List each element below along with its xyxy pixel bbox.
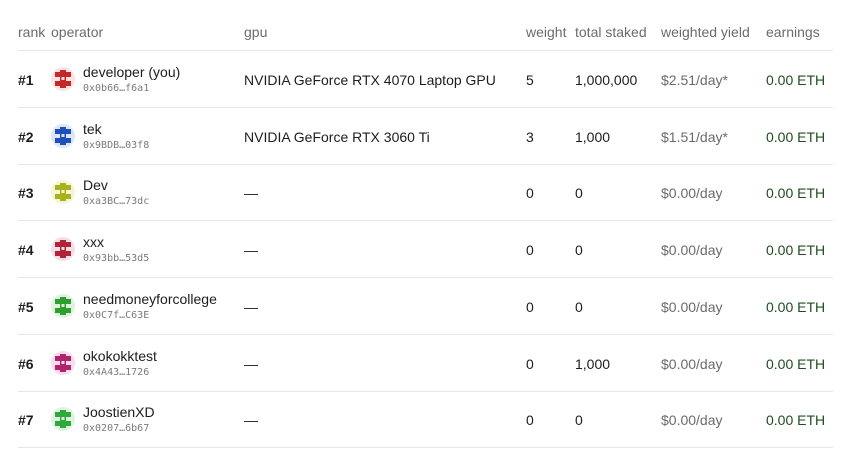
weight-cell: 0 [526,242,534,259]
operator-address[interactable]: 0x93bb…53d5 [83,253,149,264]
weighted-yield-cell: $0.00/day [661,242,723,259]
weight-cell: 0 [526,412,534,429]
rank-cell: #6 [18,355,34,372]
weighted-yield-cell: $0.00/day [661,185,723,202]
rank-cell: #7 [18,412,34,429]
table-row[interactable]: #1 developer (you) 0x0b66…f6a1 NVIDIA GeFo… [0,51,843,108]
operator-avatar-icon [51,350,75,375]
earnings-cell: 0.00 ETH [766,412,826,429]
total-staked-cell: 1,000,000 [575,72,638,88]
earnings-cell: 0.00 ETH [766,185,826,202]
operator-address[interactable]: 0x4A43…1726 [83,367,149,378]
operator-avatar-icon [51,293,75,318]
operator-address[interactable]: 0x0b66…f6a1 [83,83,149,94]
operator-name[interactable]: xxx [83,234,104,250]
operator-avatar-icon [51,180,75,205]
total-staked-cell: 0 [575,412,583,429]
gpu-cell: — [244,412,258,429]
table-row[interactable]: #5 needmoneyforcollege 0x0C7f…C63E — 0 0 $0.0… [0,278,843,335]
operator-address[interactable]: 0x0C7f…C63E [83,310,149,321]
rank-cell: #3 [18,185,34,202]
weighted-yield-cell: $0.00/day [661,412,723,429]
gpu-cell: NVIDIA GeForce RTX 4070 Laptop GPU [244,72,496,88]
gpu-cell: NVIDIA GeForce RTX 3060 Ti [244,128,430,145]
table-row[interactable]: #2 tek 0x9BDB…03f8 NVIDIA GeForce RTX 3060… [0,108,843,165]
column-header-gpu: gpu [244,24,268,40]
weight-cell: 0 [526,185,534,202]
weight-cell: 3 [526,128,534,145]
earnings-cell: 0.00 ETH [766,72,826,88]
operator-address[interactable]: 0x0207…6b67 [83,423,149,434]
weighted-yield-cell: $1.51/day* [661,128,728,145]
earnings-cell: 0.00 ETH [766,242,826,259]
total-staked-cell: 0 [575,298,583,315]
total-staked-cell: 0 [575,185,583,202]
rank-cell: #2 [18,128,34,145]
column-header-weight: weight [526,24,567,40]
column-header-weighted-yield: weighted yield [661,24,750,40]
table-row[interactable]: #6 okokokktest 0x4A43…1726 — 0 1,000 $0.00/da… [0,335,843,392]
total-staked-cell: 1,000 [575,355,611,372]
weighted-yield-cell: $0.00/day [661,298,723,315]
column-header-operator: operator [51,24,104,40]
column-header-total-staked: total staked [575,24,647,40]
gpu-cell: — [244,242,258,259]
weighted-yield-cell: $2.51/day* [661,72,728,88]
operator-avatar-icon [51,237,75,262]
earnings-cell: 0.00 ETH [766,355,826,372]
operator-name[interactable]: Dev [83,177,108,193]
operator-avatar-icon [51,123,75,148]
operator-name[interactable]: JoostienXD [83,404,155,420]
operator-name[interactable]: needmoneyforcollege [83,291,217,307]
table-row[interactable]: #7 JoostienXD 0x0207…6b67 — 0 0 $0.00/day 0.00… [0,391,843,449]
total-staked-cell: 1,000 [575,128,611,145]
gpu-cell: — [244,298,258,315]
table-header: rank operator gpu weight total staked we… [0,0,843,50]
total-staked-cell: 0 [575,242,583,259]
operator-address[interactable]: 0xa3BC…73dc [83,196,149,207]
gpu-cell: — [244,355,258,372]
weight-cell: 0 [526,298,534,315]
weighted-yield-cell: $0.00/day [661,355,723,372]
operator-name[interactable]: tek [83,121,102,137]
operator-address[interactable]: 0x9BDB…03f8 [83,140,149,151]
weight-cell: 5 [526,72,534,88]
rank-cell: #5 [18,298,34,315]
earnings-cell: 0.00 ETH [766,298,826,315]
rank-cell: #1 [18,72,34,88]
column-header-rank: rank [18,24,46,40]
earnings-cell: 0.00 ETH [766,128,826,145]
table-row[interactable]: #4 xxx 0x93bb…53d5 — 0 0 $0.00/day 0.00 ETH [0,221,843,279]
row-divider [18,447,833,449]
operator-name[interactable]: developer (you) [83,64,180,80]
gpu-cell: — [244,185,258,202]
table-row[interactable]: #3 Dev 0xa3BC…73dc — 0 0 $0.00/day 0.00 ETH [0,164,843,222]
operator-avatar-icon [51,67,75,91]
column-header-earnings: earnings [766,24,820,40]
operator-name[interactable]: okokokktest [83,348,157,364]
operator-avatar-icon [51,407,75,432]
rank-cell: #4 [18,242,34,259]
weight-cell: 0 [526,355,534,372]
